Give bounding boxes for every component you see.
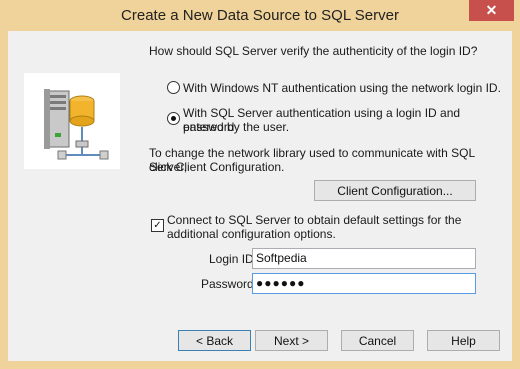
connect-label-line2[interactable]: additional configuration options. — [167, 227, 336, 241]
window-title: Create a New Data Source to SQL Server — [121, 7, 399, 24]
close-button[interactable]: ✕ — [469, 0, 514, 21]
auth-question: How should SQL Server verify the authent… — [149, 44, 478, 58]
dialog-window: Create a New Data Source to SQL Server ✕ — [0, 0, 520, 369]
login-id-label: Login ID: — [209, 252, 258, 266]
help-button[interactable]: Help — [427, 330, 500, 351]
connect-checkbox[interactable]: ✓ — [151, 219, 164, 232]
title-bar[interactable]: Create a New Data Source to SQL Server ✕ — [0, 0, 520, 32]
sql-auth-label-line2[interactable]: entered by the user. — [183, 120, 289, 134]
nt-auth-label[interactable]: With Windows NT authentication using the… — [183, 81, 501, 95]
client-configuration-button[interactable]: Client Configuration... — [314, 180, 476, 201]
close-icon: ✕ — [485, 2, 498, 18]
password-label: Password: — [201, 277, 258, 291]
server-database-icon — [22, 71, 122, 171]
radio-nt-auth[interactable] — [167, 81, 180, 94]
radio-sql-auth[interactable] — [167, 112, 180, 125]
network-text-line2: click Client Configuration. — [149, 160, 285, 174]
connect-label-line1[interactable]: Connect to SQL Server to obtain default … — [167, 213, 461, 227]
login-id-field[interactable]: Softpedia — [252, 248, 476, 269]
cancel-button[interactable]: Cancel — [341, 330, 414, 351]
password-field[interactable]: ●●●●●● — [252, 273, 476, 294]
back-button[interactable]: < Back — [178, 330, 251, 351]
dialog-client-area: How should SQL Server verify the authent… — [8, 31, 512, 361]
next-button[interactable]: Next > — [255, 330, 328, 351]
